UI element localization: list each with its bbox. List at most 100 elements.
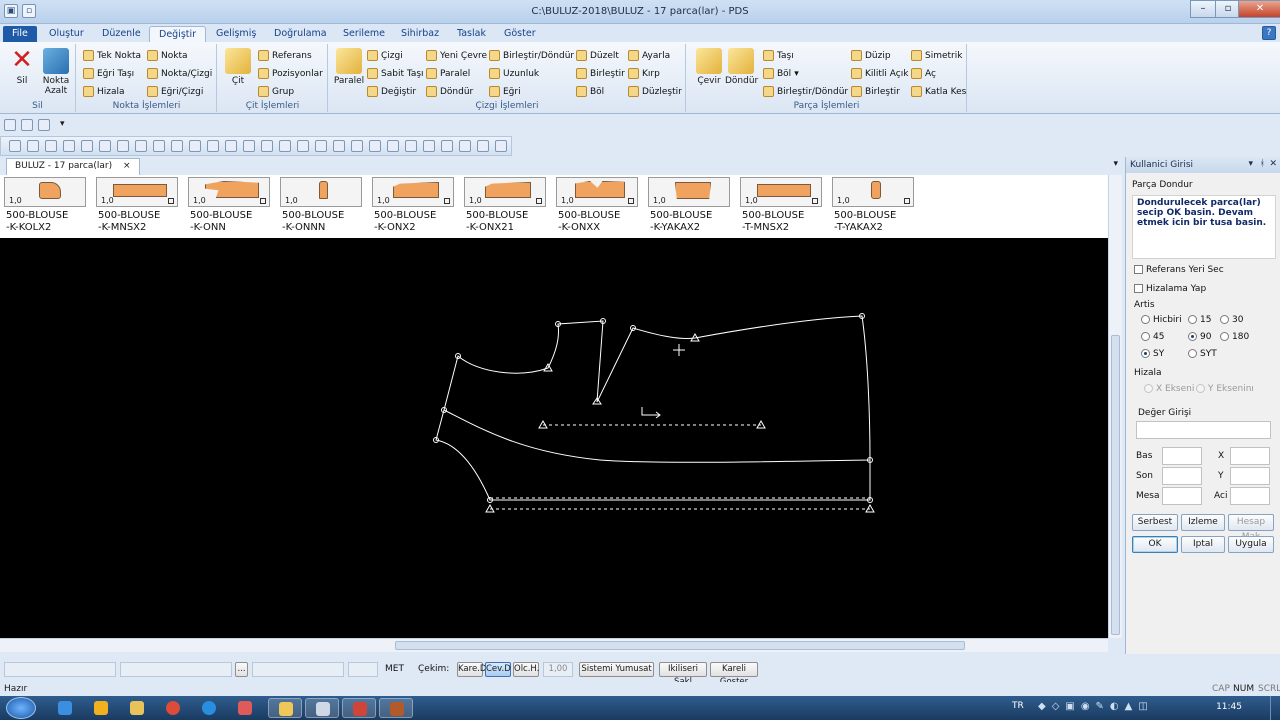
document-tab[interactable]: BULUZ - 17 parca(lar) × — [6, 158, 140, 175]
sil-button[interactable]: ✕ Sil — [6, 47, 38, 86]
piece-thumbnail[interactable]: 1,0 500-BLOUSE -K-ONX21 — [464, 177, 546, 236]
piece-thumbnail[interactable]: 1,0 500-BLOUSE -K-YAKAX2 — [648, 177, 730, 236]
nokta-cizgi-button[interactable]: Nokta/Çizgi — [147, 66, 212, 81]
taskbar-pds[interactable] — [342, 698, 376, 718]
taskbar-chrome[interactable] — [156, 698, 190, 718]
minimize-button[interactable]: – — [1190, 0, 1216, 18]
tool-icon-7[interactable] — [117, 140, 129, 152]
hizala-y-radio[interactable] — [1196, 384, 1205, 393]
ok-button[interactable]: OK — [1132, 536, 1178, 553]
taskbar-ie[interactable] — [48, 698, 82, 718]
tray-icons[interactable]: ◆◇▣◉✎◐▲◫ — [1038, 701, 1188, 715]
taskbar-folder[interactable] — [120, 698, 154, 718]
tab-goster[interactable]: Göster — [495, 26, 545, 42]
artis-radio-180[interactable] — [1220, 332, 1229, 341]
egri-tasi-button[interactable]: Eğri Taşı — [83, 66, 134, 81]
cizgi-button[interactable]: Çizgi — [367, 48, 403, 63]
status-dropdown[interactable] — [252, 662, 344, 677]
artis-radio-90[interactable] — [1188, 332, 1197, 341]
serbest-button[interactable]: Serbest — [1132, 514, 1178, 531]
vertical-scroll-thumb[interactable] — [1111, 335, 1120, 635]
piece-thumbnail[interactable]: 1,0 500-BLOUSE -K-ONN — [188, 177, 270, 236]
bol-piece-button[interactable]: Böl ▾ — [763, 66, 799, 81]
show-desktop-button[interactable] — [1270, 696, 1280, 720]
tool-icon-21[interactable] — [369, 140, 381, 152]
dondur-big-button[interactable]: Döndür — [725, 48, 758, 86]
hizalama-checkbox[interactable] — [1134, 284, 1143, 293]
grup-button[interactable]: Grup — [258, 84, 294, 99]
save-all-icon[interactable] — [38, 119, 50, 131]
birlestir-dondur-piece-button[interactable]: Birleştir/Döndür — [763, 84, 848, 99]
son-input[interactable] — [1162, 467, 1202, 485]
yeni-cevre-button[interactable]: Yeni Çevre — [426, 48, 487, 63]
language-indicator[interactable]: TR — [1012, 701, 1024, 711]
grid-icon[interactable] — [99, 140, 111, 152]
taskbar-app-2[interactable] — [305, 698, 339, 718]
birlestir-dondur-line-button[interactable]: Birleştir/Döndür — [489, 48, 574, 63]
izleme-button[interactable]: Izleme — [1181, 514, 1225, 531]
bas-input[interactable] — [1162, 447, 1202, 465]
tab-degistir[interactable]: Değiştir — [149, 26, 207, 42]
iptal-button[interactable]: Iptal — [1181, 536, 1225, 553]
tab-sihirbaz[interactable]: Sihirbaz — [392, 26, 448, 42]
kirp-button[interactable]: Kırp — [628, 66, 660, 81]
redo-icon[interactable] — [27, 140, 39, 152]
egri-cizgi-button[interactable]: Eğri/Çizgi — [147, 84, 203, 99]
aci-input[interactable] — [1230, 487, 1270, 505]
sistemi-yumusat-button[interactable]: Sistemi Yumusat — [579, 662, 654, 677]
piece-thumbnail[interactable]: 1,0 500-BLOUSE -K-ONX2 — [372, 177, 454, 236]
taskbar-app-3[interactable] — [379, 698, 413, 718]
tool-icon-20[interactable] — [351, 140, 363, 152]
artis-radio-syt[interactable] — [1188, 349, 1197, 358]
kare-d-button[interactable]: Kare.D — [457, 662, 486, 677]
tool-icon-19[interactable] — [333, 140, 345, 152]
egri-button[interactable]: Eğri — [489, 84, 521, 99]
undo-icon[interactable] — [9, 140, 21, 152]
degistir-button[interactable]: Değiştir — [367, 84, 416, 99]
birlestir-line-button[interactable]: Birleştir — [576, 66, 625, 81]
pattern-outline-lower[interactable] — [435, 409, 871, 501]
kareli-goster-button[interactable]: Kareli Goster — [710, 662, 758, 687]
pozisyonlar-button[interactable]: Pozisyonlar — [258, 66, 323, 81]
close-tab-icon[interactable]: × — [123, 161, 131, 171]
hesap-mak-button[interactable]: Hesap Mak — [1228, 514, 1274, 542]
help-icon[interactable]: ? — [1262, 26, 1276, 40]
tool-icon-18[interactable] — [315, 140, 327, 152]
y-input[interactable] — [1230, 467, 1270, 485]
artis-radio-45[interactable] — [1141, 332, 1150, 341]
cev-d-button[interactable]: Cev.D — [485, 662, 511, 677]
text-tool-icon[interactable] — [459, 140, 471, 152]
line-tool-icon[interactable] — [297, 140, 309, 152]
pin-icon[interactable]: ᚼ — [1260, 159, 1265, 169]
horizontal-scrollbar[interactable] — [0, 638, 1108, 652]
zoom-in-icon[interactable] — [45, 140, 57, 152]
nokta-button[interactable]: Nokta — [147, 48, 188, 63]
paralel-button[interactable]: Paralel — [426, 66, 470, 81]
tool-icon-9[interactable] — [153, 140, 165, 152]
customize-chevron-icon[interactable]: ▾ — [60, 119, 65, 129]
piece-thumbnail[interactable]: 1,0 500-BLOUSE -K-ONNN — [280, 177, 362, 236]
piece-thumbnail[interactable]: 1,0 500-BLOUSE -K-KOLX2 — [4, 177, 86, 236]
artis-radio-30[interactable] — [1220, 315, 1229, 324]
tool-icon-16[interactable] — [279, 140, 291, 152]
taskbar-edge[interactable] — [192, 698, 226, 718]
tab-duzenle[interactable]: Düzenle — [93, 26, 150, 42]
cevir-button[interactable]: Çevir — [693, 48, 725, 86]
duzip-button[interactable]: Düzip — [851, 48, 891, 63]
taskbar-app[interactable] — [228, 698, 262, 718]
piece-thumbnail[interactable]: 1,0 500-BLOUSE -K-MNSX2 — [96, 177, 178, 236]
ikiliseri-sakl-button[interactable]: Ikiliseri Sakl — [659, 662, 707, 687]
referans-checkbox[interactable] — [1134, 265, 1143, 274]
tab-serileme[interactable]: Serileme — [334, 26, 394, 42]
panel-close-icon[interactable]: ✕ — [1269, 159, 1277, 169]
pattern-outline[interactable] — [443, 315, 871, 463]
tab-taslak[interactable]: Taslak — [448, 26, 495, 42]
tool-icon-22[interactable] — [387, 140, 399, 152]
duzlestir-button[interactable]: Düzleştir — [628, 84, 682, 99]
tool-icon-15[interactable] — [261, 140, 273, 152]
horizontal-scroll-thumb[interactable] — [395, 641, 965, 650]
artis-radio-sy[interactable] — [1141, 349, 1150, 358]
x-input[interactable] — [1230, 447, 1270, 465]
uygula-button[interactable]: Uygula — [1228, 536, 1274, 553]
taskbar-explorer[interactable] — [268, 698, 302, 718]
